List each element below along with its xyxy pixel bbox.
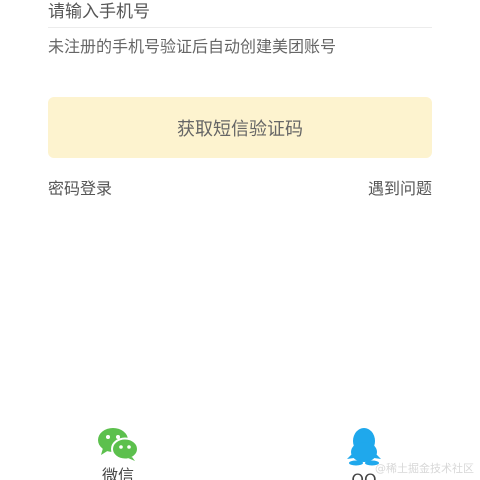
wechat-icon[interactable] (97, 426, 139, 462)
get-sms-code-label: 获取短信验证码 (177, 118, 303, 140)
get-sms-code-button[interactable]: 获取短信验证码 (48, 97, 432, 158)
watermark: @稀土掘金技术社区 (375, 462, 474, 475)
wechat-label: 微信 (101, 466, 134, 480)
register-hint: 未注册的手机号验证后自动创建美团账号 (48, 37, 337, 56)
phone-input[interactable]: 请输入手机号 (48, 0, 432, 28)
wechat-login[interactable]: 微信 (88, 426, 148, 480)
password-login-link[interactable]: 密码登录 (48, 178, 112, 200)
help-link[interactable]: 遇到问题 (368, 178, 432, 200)
